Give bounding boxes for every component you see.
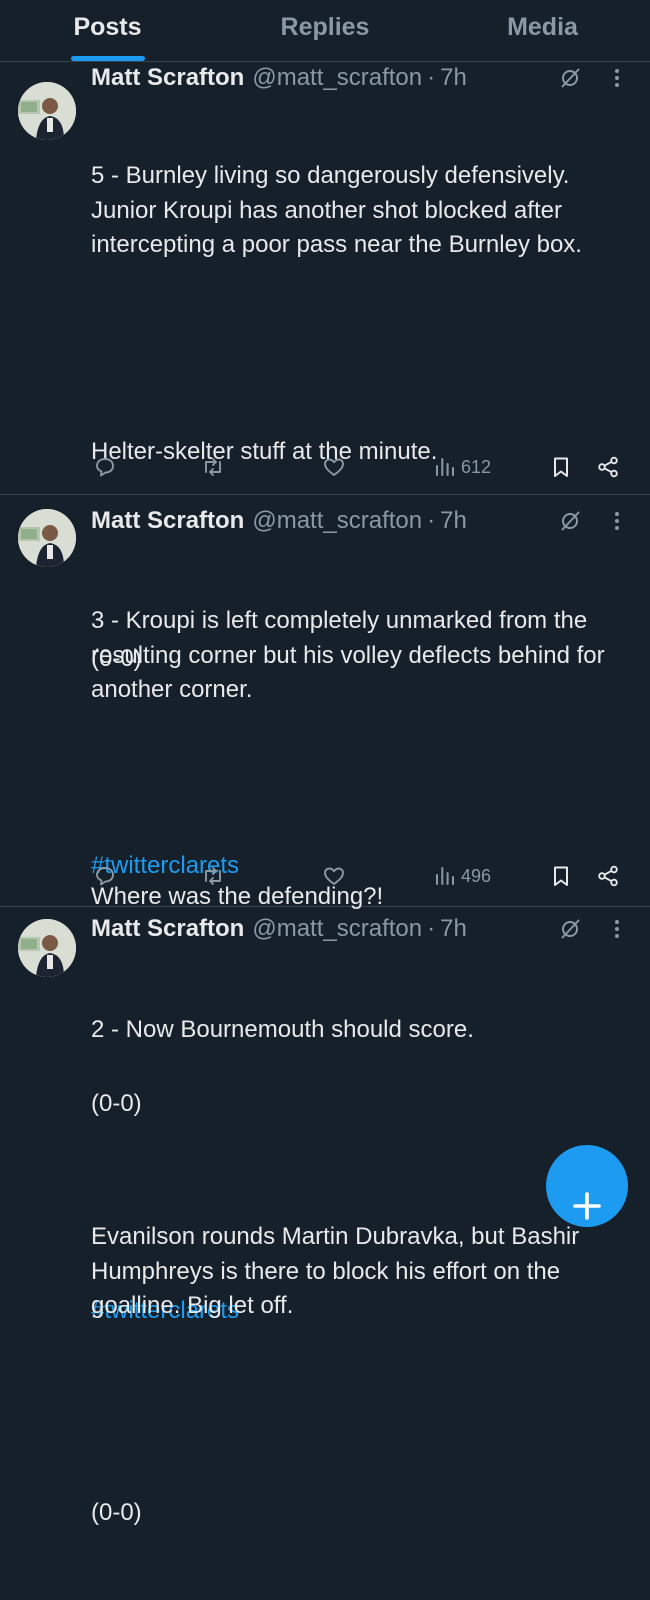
post-time[interactable]: 7h	[440, 507, 467, 535]
post[interactable]: Matt Scrafton @matt_scrafton · 7h 2 - No…	[0, 907, 650, 1526]
reply-button[interactable]	[93, 859, 117, 893]
grok-icon[interactable]	[558, 913, 584, 945]
author-name[interactable]: Matt Scrafton	[91, 507, 244, 535]
post-actions: 496	[91, 859, 630, 893]
author-name[interactable]: Matt Scrafton	[91, 915, 244, 943]
post-paragraph: 3 - Kroupi is left completely unmarked f…	[91, 607, 612, 703]
reply-button[interactable]	[93, 450, 117, 484]
post-paragraph: Evanilson rounds Martin Dubravka, but Ba…	[91, 1223, 586, 1319]
repost-icon	[205, 867, 221, 885]
views-button[interactable]: 496	[433, 859, 491, 893]
repost-button[interactable]	[201, 450, 225, 484]
separator-dot: ·	[427, 507, 436, 534]
tab-media[interactable]: Media	[435, 0, 650, 61]
author-handle[interactable]: @matt_scrafton	[252, 507, 422, 535]
post-time[interactable]: 7h	[440, 915, 467, 943]
views-count: 496	[461, 865, 492, 886]
grok-icon[interactable]	[558, 505, 584, 537]
bookmark-button[interactable]	[549, 859, 573, 893]
post-paragraph: (0-0)	[91, 1499, 142, 1526]
compose-button[interactable]	[546, 1145, 628, 1227]
plus-icon	[573, 1192, 601, 1220]
bookmark-icon	[554, 866, 568, 886]
post-time[interactable]: 7h	[440, 64, 467, 92]
share-icon	[598, 865, 618, 887]
avatar[interactable]	[18, 919, 76, 977]
repost-icon	[205, 458, 221, 476]
post-paragraph: 2 - Now Bournemouth should score.	[91, 1016, 474, 1043]
views-button[interactable]: 612	[433, 450, 491, 484]
author-handle[interactable]: @matt_scrafton	[252, 64, 422, 92]
repost-button[interactable]	[201, 859, 225, 893]
tab-posts[interactable]: Posts	[0, 0, 215, 61]
like-icon	[324, 867, 344, 885]
bookmark-icon	[554, 457, 568, 477]
views-icon	[436, 867, 454, 885]
views-count: 612	[461, 456, 492, 477]
share-icon	[598, 456, 618, 478]
avatar[interactable]	[18, 509, 76, 567]
avatar[interactable]	[18, 82, 76, 140]
share-button[interactable]	[596, 450, 620, 484]
post-actions: 612	[91, 450, 630, 484]
more-icon[interactable]	[604, 505, 630, 537]
profile-tabs: Posts Replies Media	[0, 0, 650, 62]
like-button[interactable]	[322, 859, 346, 893]
post-header: Matt Scrafton @matt_scrafton · 7h	[91, 505, 630, 537]
reply-icon	[96, 867, 114, 886]
tab-replies[interactable]: Replies	[215, 0, 435, 61]
post[interactable]: Matt Scrafton @matt_scrafton · 7h 5 - Bu…	[0, 62, 650, 879]
post[interactable]: Matt Scrafton @matt_scrafton · 7h 3 - Kr…	[0, 495, 650, 1324]
like-button[interactable]	[322, 450, 346, 484]
bookmark-button[interactable]	[549, 450, 573, 484]
views-icon	[436, 458, 454, 476]
post-header: Matt Scrafton @matt_scrafton · 7h	[91, 913, 630, 945]
more-icon[interactable]	[604, 913, 630, 945]
reply-icon	[96, 458, 114, 477]
like-icon	[324, 458, 344, 476]
share-button[interactable]	[596, 859, 620, 893]
author-handle[interactable]: @matt_scrafton	[252, 915, 422, 943]
separator-dot: ·	[427, 64, 436, 91]
separator-dot: ·	[427, 915, 436, 942]
post-paragraph: 5 - Burnley living so dangerously defens…	[91, 162, 582, 258]
author-name[interactable]: Matt Scrafton	[91, 64, 244, 92]
post-text: 2 - Now Bournemouth should score. Evanil…	[91, 944, 630, 1600]
